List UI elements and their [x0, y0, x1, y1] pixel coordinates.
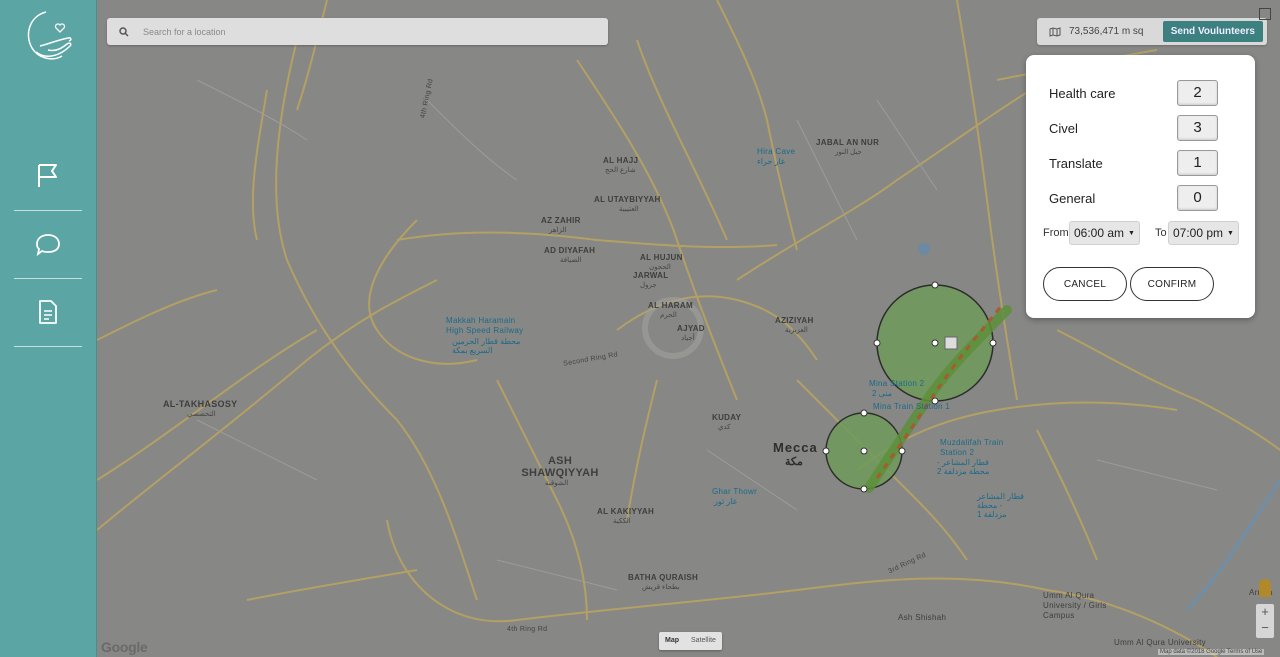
caret-down-icon: ▼	[1128, 229, 1135, 237]
map-label: AL HARAM	[648, 301, 693, 310]
row-label-health-care: Health care	[1049, 86, 1116, 101]
map-label: غار حراء	[757, 157, 786, 166]
road-label: 4th Ring Rd	[507, 626, 548, 633]
map-label: Muzdalifah Train Station 2	[940, 438, 1004, 457]
sidebar-item-reports[interactable]	[14, 278, 82, 346]
sidebar-item-campaigns[interactable]	[14, 141, 82, 209]
zoom-in-icon[interactable]: +	[1256, 604, 1274, 620]
map-label: جبل النور	[835, 149, 862, 156]
map-label: JARWAL	[633, 271, 669, 280]
map-label: AZIZIYAH	[775, 316, 814, 325]
map-attribution: Map data ©2018 Google Terms of Use	[1158, 649, 1265, 655]
map-label: Makkah Haramain High Speed Railway	[446, 316, 524, 335]
document-icon	[39, 300, 57, 324]
row-label-translate: Translate	[1049, 156, 1103, 171]
map-label: AL UTAYBIYYAH	[594, 195, 661, 204]
map-label: قطار المشاعر - محطة مزدلفة 1	[977, 492, 1024, 519]
map-label: شارع الحج	[605, 167, 636, 174]
volunteer-panel: Health care 2 Civel 3 Translate 1 Genera…	[1026, 55, 1255, 318]
area-display: 73,536,471 m sq Send Voulunteers	[1037, 18, 1267, 45]
location-search[interactable]	[107, 18, 608, 45]
map-label: جرول	[640, 282, 657, 289]
map-label: الضيافة	[560, 257, 582, 264]
fullscreen-icon[interactable]	[1259, 8, 1271, 20]
flag-icon	[38, 164, 57, 187]
map-type-satellite[interactable]: Satellite	[685, 632, 722, 650]
map-label: منى 2	[872, 389, 893, 398]
map-label: AL KAKIYYAH	[597, 507, 655, 516]
map-label: كدي	[718, 424, 731, 431]
map-label: Ghar Thowr	[712, 487, 758, 496]
map-label: JABAL AN NUR	[816, 138, 880, 147]
search-input[interactable]	[143, 26, 543, 37]
map-type-map[interactable]: Map	[659, 632, 685, 650]
map-label: Hira Cave	[757, 147, 796, 156]
map-label: Umm Al Qura University	[1114, 638, 1206, 647]
from-time-value: 06:00 am	[1074, 226, 1125, 240]
map-label: AD DIYAFAH	[544, 246, 596, 255]
map-label: الشوقية	[545, 480, 569, 487]
map-label: الحرم	[660, 312, 677, 319]
map-label: Mina Station 2	[869, 379, 925, 388]
sidebar-item-messages[interactable]	[14, 210, 82, 278]
search-icon	[119, 26, 129, 37]
general-count[interactable]: 0	[1177, 185, 1218, 211]
map-label: أجياد	[681, 335, 695, 342]
map-label: غار ثور	[714, 497, 737, 506]
map-label: BATHA QURAISH	[628, 573, 699, 582]
sidebar	[0, 0, 97, 657]
map-label: AJYAD	[677, 324, 705, 333]
map-label: الككية	[613, 518, 631, 525]
street-view-icon[interactable]	[1259, 579, 1271, 597]
sidebar-divider	[14, 346, 82, 347]
map-label: مكة	[785, 456, 803, 468]
zoom-control[interactable]: + −	[1256, 604, 1274, 638]
map-label: ASH SHAWQIYYAH	[521, 455, 599, 479]
map-label: التخصصي	[187, 411, 216, 418]
google-logo: Google	[101, 639, 148, 655]
from-label: From	[1043, 227, 1069, 239]
row-label-general: General	[1049, 191, 1096, 206]
to-time-select[interactable]: 07:00 pm ▼	[1168, 221, 1239, 245]
health-care-count[interactable]: 2	[1177, 80, 1218, 106]
map-label: قطار المشاعر - محطة مزدلفة 2	[937, 458, 990, 476]
map-label: الزاهر	[549, 227, 567, 234]
map-icon	[1049, 26, 1061, 37]
zoom-out-icon[interactable]: −	[1256, 620, 1274, 636]
map-label: AL HUJUN	[640, 253, 683, 262]
caret-down-icon: ▼	[1227, 229, 1234, 237]
map-label: العزيزية	[785, 327, 808, 334]
from-time-select[interactable]: 06:00 am ▼	[1069, 221, 1140, 245]
map-label: Umm Al Qura University / Girls Campus	[1043, 591, 1107, 620]
translate-count[interactable]: 1	[1177, 150, 1218, 176]
map-label: Ash Shishah	[898, 613, 947, 622]
map-label: الحجون	[649, 264, 671, 271]
chat-bubble-icon	[36, 234, 60, 257]
map-label: Mecca	[773, 440, 818, 455]
map-label: محطة قطار الحرمين السريع بمكة	[452, 337, 521, 355]
map-label: AL-TAKHASOSY	[163, 399, 238, 409]
row-label-civel: Civel	[1049, 121, 1078, 136]
confirm-button[interactable]: CONFIRM	[1130, 267, 1214, 301]
map-label: KUDAY	[712, 413, 742, 422]
map-type-control: Map Satellite	[659, 632, 722, 650]
civel-count[interactable]: 3	[1177, 115, 1218, 141]
map-label: بطحاء قريش	[642, 584, 680, 591]
to-label: To	[1155, 227, 1167, 239]
map-label: AL HAJJ	[603, 156, 639, 165]
area-value: 73,536,471 m sq	[1069, 26, 1144, 37]
to-time-value: 07:00 pm	[1173, 226, 1224, 240]
app-logo	[27, 11, 72, 60]
map-label: العتيبية	[619, 206, 639, 213]
map-label: AZ ZAHIR	[541, 216, 581, 225]
map-label: Mina Train Station 1	[873, 402, 951, 411]
send-volunteers-button[interactable]: Send Voulunteers	[1162, 21, 1263, 42]
cancel-button[interactable]: CANCEL	[1043, 267, 1127, 301]
